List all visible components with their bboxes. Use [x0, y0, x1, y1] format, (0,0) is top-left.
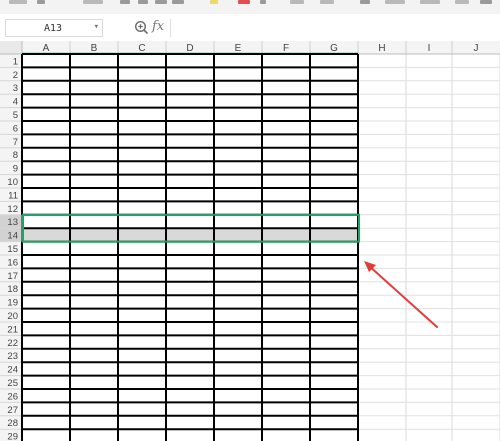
select-all-corner[interactable]	[0, 41, 22, 54]
row-header-24[interactable]: 24	[7, 365, 18, 376]
chevron-down-icon[interactable]: ▾	[94, 22, 99, 32]
toolbar-button[interactable]	[172, 0, 184, 4]
row-header-6[interactable]: 6	[13, 123, 18, 134]
row-header-16[interactable]: 16	[7, 257, 18, 268]
row-header-28[interactable]: 28	[7, 418, 18, 429]
row-header-17[interactable]: 17	[7, 271, 18, 282]
row-header-22[interactable]: 22	[7, 338, 18, 349]
toolbar-button[interactable]	[260, 0, 266, 4]
toolbar-button[interactable]	[83, 0, 103, 4]
toolbar-button[interactable]	[138, 0, 148, 4]
row-header-29[interactable]: 29	[7, 432, 18, 441]
toolbar-button[interactable]	[420, 0, 440, 4]
toolbar-button[interactable]	[360, 0, 370, 4]
row-header-15[interactable]: 15	[7, 244, 18, 255]
row-header-8[interactable]: 8	[13, 150, 18, 161]
column-header-g[interactable]: G	[330, 43, 338, 54]
row-header-12[interactable]: 12	[7, 204, 18, 215]
row-header-7[interactable]: 7	[13, 137, 18, 148]
column-header-a[interactable]: A	[43, 43, 50, 54]
toolbar-button[interactable]	[37, 0, 45, 4]
column-header-b[interactable]: B	[91, 43, 98, 54]
name-box-value: A13	[44, 23, 63, 34]
column-header-j[interactable]: J	[474, 43, 479, 54]
toolbar-button[interactable]	[385, 0, 405, 4]
row-header-10[interactable]: 10	[7, 177, 18, 188]
row-header-11[interactable]: 11	[8, 190, 18, 201]
row-header-26[interactable]: 26	[7, 391, 18, 402]
row-header-5[interactable]: 5	[13, 110, 18, 121]
row-header-18[interactable]: 18	[7, 284, 18, 295]
spreadsheet-grid[interactable]: A B C D E F G H I J 1 2 3 4 5 6 7 8 9 10 11 12 13 14 15 16 17 18 19 2…	[0, 41, 500, 441]
toolbar-button[interactable]	[480, 0, 492, 4]
row-header-13[interactable]: 13	[7, 217, 18, 228]
toolbar-button[interactable]	[155, 0, 167, 4]
column-header-i[interactable]: I	[428, 43, 431, 54]
formula-input[interactable]	[170, 19, 500, 37]
column-header-h[interactable]: H	[378, 43, 385, 54]
row-header-23[interactable]: 23	[7, 351, 18, 362]
zoom-in-icon[interactable]	[134, 20, 149, 35]
toolbar-strip	[0, 0, 500, 15]
column-header-c[interactable]: C	[138, 43, 145, 54]
highlighted-row-fill	[22, 228, 358, 242]
toolbar-button[interactable]	[9, 0, 27, 4]
toolbar-button[interactable]	[320, 0, 334, 4]
row-header-25[interactable]: 25	[7, 378, 18, 389]
row-header-27[interactable]: 27	[7, 405, 18, 416]
row-header-20[interactable]: 20	[7, 311, 18, 322]
formula-bar: A13 ▾ fx	[0, 14, 500, 42]
row-header-4[interactable]: 4	[13, 97, 18, 108]
fill-color-button[interactable]	[210, 0, 218, 4]
row-header-21[interactable]: 21	[7, 324, 18, 335]
toolbar-button[interactable]	[290, 0, 304, 4]
row-header-9[interactable]: 9	[13, 164, 18, 175]
column-header-e[interactable]: E	[235, 43, 242, 54]
fx-label[interactable]: fx	[152, 19, 164, 34]
column-header-bar	[0, 41, 500, 54]
column-header-d[interactable]: D	[186, 43, 193, 54]
name-box[interactable]: A13 ▾	[5, 19, 103, 37]
row-header-2[interactable]: 2	[13, 70, 18, 81]
column-header-f[interactable]: F	[283, 43, 289, 54]
toolbar-button[interactable]	[120, 0, 130, 4]
row-header-14[interactable]: 14	[7, 231, 18, 242]
row-header-1[interactable]: 1	[13, 56, 18, 67]
font-color-button[interactable]	[238, 0, 250, 4]
toolbar-button[interactable]	[455, 0, 469, 4]
row-header-19[interactable]: 19	[7, 298, 18, 309]
row-header-3[interactable]: 3	[13, 83, 18, 94]
grid-canvas[interactable]: A B C D E F G H I J123456789101112131415161718192…	[0, 41, 500, 441]
annotation-arrow-shaft	[367, 264, 438, 328]
